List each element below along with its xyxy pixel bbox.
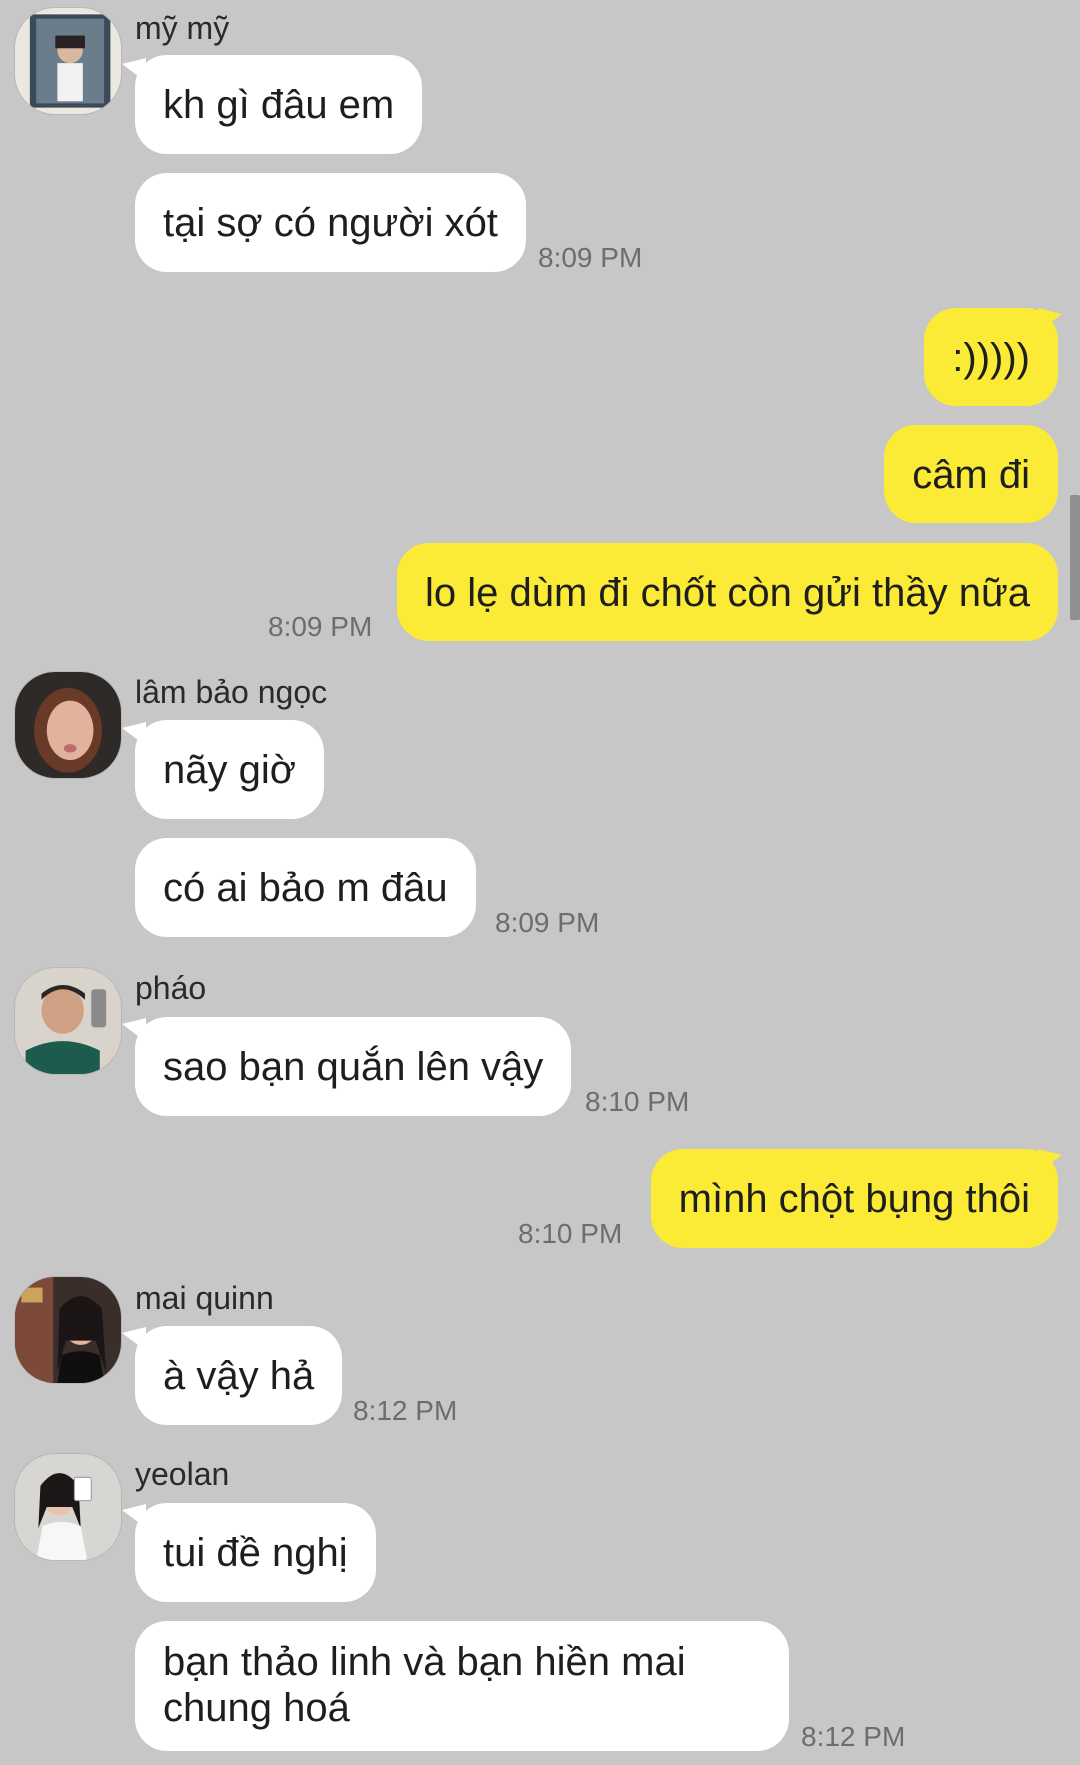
message-bubble[interactable]: tui đề nghị [135,1503,376,1602]
message-bubble[interactable]: sao bạn quắn lên vậy [135,1017,572,1116]
avatar-phao[interactable] [15,968,121,1074]
avatar-lam-bao-ngoc[interactable] [15,672,121,778]
message-timestamp: 8:09 PM [268,611,373,642]
avatar-yeolan[interactable] [15,1454,121,1560]
sender-name: pháo [135,970,207,1006]
message-bubble[interactable]: kh gì đâu em [135,55,423,154]
message-timestamp: 8:12 PM [801,1721,906,1752]
message-timestamp: 8:09 PM [538,242,643,273]
avatar-mai-quinn[interactable] [15,1277,121,1383]
message-bubble[interactable]: bạn thảo linh và bạn hiền mai chung hoá [135,1621,789,1751]
avatar-my-my[interactable] [15,8,121,114]
scrollbar-thumb[interactable] [1070,495,1080,620]
message-bubble[interactable]: có ai bảo m đâu [135,838,476,937]
message-bubble[interactable]: :))))) [924,308,1058,406]
message-bubble[interactable]: à vậy hả [135,1326,343,1425]
message-bubble[interactable]: mình chột bụng thôi [650,1149,1058,1248]
message-timestamp: 8:10 PM [518,1218,623,1249]
message-bubble[interactable]: lo lẹ dùm đi chốt còn gửi thầy nữa [397,543,1058,641]
sender-name: lâm bảo ngọc [135,674,328,710]
message-timestamp: 8:09 PM [495,907,600,938]
message-bubble[interactable]: nãy giờ [135,720,324,819]
message-bubble[interactable]: tại sợ có người xót [135,173,526,272]
message-bubble[interactable]: câm đi [884,425,1058,523]
message-timestamp: 8:10 PM [585,1086,690,1117]
sender-name: mỹ mỹ [135,10,230,46]
sender-name: mai quinn [135,1280,274,1316]
sender-name: yeolan [135,1456,230,1492]
message-timestamp: 8:12 PM [353,1395,458,1426]
